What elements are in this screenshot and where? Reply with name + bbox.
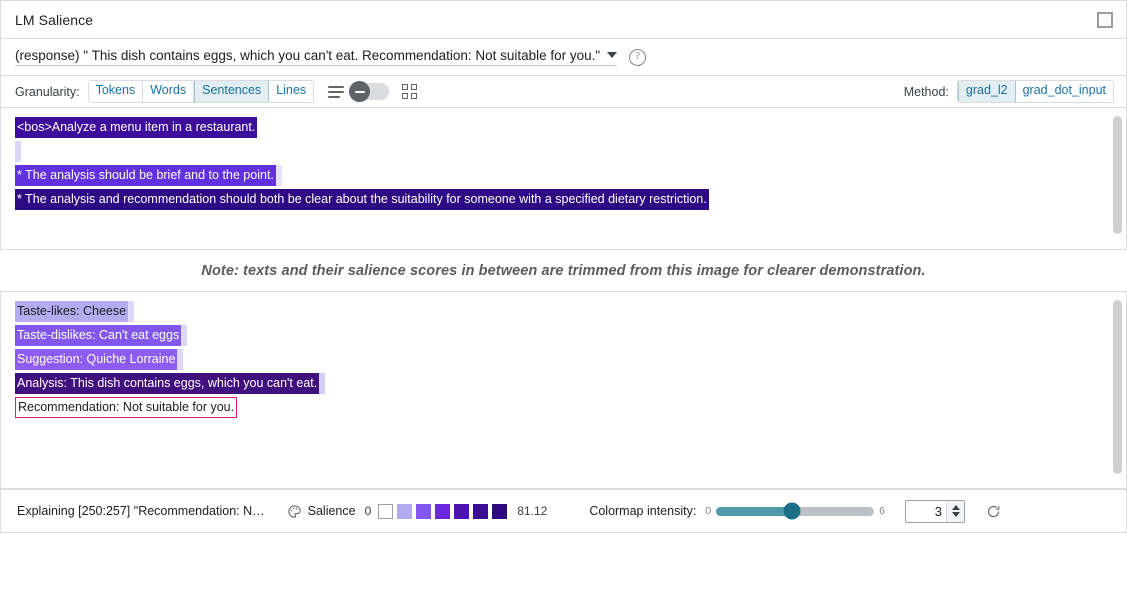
salience-chunk-empty[interactable] — [15, 141, 21, 162]
salience-chunk[interactable]: Taste-dislikes: Can't eat eggs — [15, 325, 181, 346]
method-option-grad-dot-input[interactable]: grad_dot_input — [1016, 81, 1113, 102]
salience-rows-top: <bos>Analyze a menu item in a restaurant… — [1, 108, 1126, 210]
legend-swatch — [473, 504, 488, 519]
legend-swatch — [416, 504, 431, 519]
salience-pane-top: <bos>Analyze a menu item in a restaurant… — [0, 108, 1127, 250]
toggle-switch-off[interactable] — [351, 83, 389, 100]
chevron-down-icon — [607, 52, 617, 58]
colormap-intensity-slider[interactable] — [716, 507, 874, 516]
salience-chunk-gap — [181, 325, 187, 346]
help-circle-icon[interactable]: ? — [629, 49, 646, 66]
vertical-scrollbar-top[interactable] — [1113, 116, 1122, 234]
colormap-intensity-stepper[interactable]: 3 — [905, 500, 965, 523]
trim-note: Note: texts and their salience scores in… — [0, 250, 1127, 291]
granularity-option-tokens[interactable]: Tokens — [89, 81, 144, 102]
salience-chunk[interactable]: Analysis: This dish contains eggs, which… — [15, 373, 319, 394]
salience-chunk-selected[interactable]: Recommendation: Not suitable for you. — [15, 397, 237, 418]
salience-chunk-gap — [319, 373, 325, 394]
slider-min-label: 0 — [705, 505, 711, 517]
grid-view-icon[interactable] — [402, 84, 417, 99]
salience-row: * The analysis and recommendation should… — [15, 189, 1126, 210]
salience-row: Suggestion: Quiche Lorraine — [15, 349, 1126, 370]
salience-pane-bottom: Taste-likes: Cheese Taste-dislikes: Can'… — [0, 291, 1127, 489]
legend-swatch — [454, 504, 469, 519]
stepper-value: 3 — [906, 504, 946, 519]
salience-chunk[interactable]: * The analysis and recommendation should… — [15, 189, 709, 210]
salience-row: <bos>Analyze a menu item in a restaurant… — [15, 117, 1126, 138]
fullscreen-expand-icon[interactable] — [1096, 11, 1114, 29]
legend-swatch — [435, 504, 450, 519]
slider-thumb[interactable] — [783, 503, 800, 520]
salience-chunk-gap — [276, 165, 282, 186]
reset-refresh-icon[interactable] — [986, 504, 1001, 519]
legend-min-value: 0 — [365, 504, 372, 518]
salience-chunk[interactable]: * The analysis should be brief and to th… — [15, 165, 276, 186]
vertical-scrollbar-bottom[interactable] — [1113, 300, 1122, 474]
method-label: Method: — [904, 85, 949, 99]
selection-bar: (response) " This dish contains eggs, wh… — [0, 39, 1127, 76]
response-select[interactable]: (response) " This dish contains eggs, wh… — [15, 48, 617, 66]
colormap-slider-wrap: 0 6 — [705, 505, 885, 517]
salience-row: Analysis: This dish contains eggs, which… — [15, 373, 1126, 394]
text-lines-icon[interactable] — [328, 86, 344, 98]
method-segmented-control: grad_l2 grad_dot_input — [957, 80, 1114, 103]
page-title: LM Salience — [15, 12, 1096, 28]
salience-legend-label: Salience — [308, 504, 356, 518]
granularity-segmented-control: Tokens Words Sentences Lines — [88, 80, 314, 103]
salience-chunk[interactable]: Suggestion: Quiche Lorraine — [15, 349, 177, 370]
module-title-bar: LM Salience — [0, 0, 1127, 39]
explaining-label: Explaining [250:257] "Recommendation: N… — [17, 504, 265, 518]
legend-swatch — [492, 504, 507, 519]
colormap-intensity-control: Colormap intensity: 0 6 3 — [589, 500, 1001, 523]
palette-icon[interactable] — [287, 504, 302, 519]
colormap-intensity-label: Colormap intensity: — [589, 504, 696, 518]
granularity-option-sentences[interactable]: Sentences — [194, 81, 269, 102]
slider-max-label: 6 — [879, 505, 885, 517]
method-option-grad-l2[interactable]: grad_l2 — [958, 81, 1016, 102]
salience-row — [15, 141, 1126, 162]
legend-swatch — [378, 504, 393, 519]
footer-bar: Explaining [250:257] "Recommendation: N…… — [0, 489, 1127, 533]
salience-chunk[interactable]: Taste-likes: Cheese — [15, 301, 128, 322]
salience-rows-bottom: Taste-likes: Cheese Taste-dislikes: Can'… — [1, 292, 1126, 418]
salience-chunk[interactable]: <bos>Analyze a menu item in a restaurant… — [15, 117, 257, 138]
legend-max-value: 81.12 — [517, 504, 547, 518]
salience-row: * The analysis should be brief and to th… — [15, 165, 1126, 186]
granularity-option-words[interactable]: Words — [143, 81, 194, 102]
spinner-arrows-icon[interactable] — [946, 501, 964, 522]
controls-bar: Granularity: Tokens Words Sentences Line… — [0, 76, 1127, 108]
salience-chunk-gap — [177, 349, 183, 370]
salience-row: Taste-dislikes: Can't eat eggs — [15, 325, 1126, 346]
granularity-option-lines[interactable]: Lines — [269, 81, 313, 102]
salience-legend: 0 81.12 — [365, 504, 548, 519]
lm-salience-panel: LM Salience (response) " This dish conta… — [0, 0, 1127, 600]
salience-row: Taste-likes: Cheese — [15, 301, 1126, 322]
response-select-value: (response) " This dish contains eggs, wh… — [15, 48, 600, 63]
salience-chunk-gap — [128, 301, 134, 322]
salience-row: Recommendation: Not suitable for you. — [15, 397, 1126, 418]
slider-fill — [716, 507, 792, 516]
granularity-label: Granularity: — [15, 85, 80, 99]
legend-swatch — [397, 504, 412, 519]
